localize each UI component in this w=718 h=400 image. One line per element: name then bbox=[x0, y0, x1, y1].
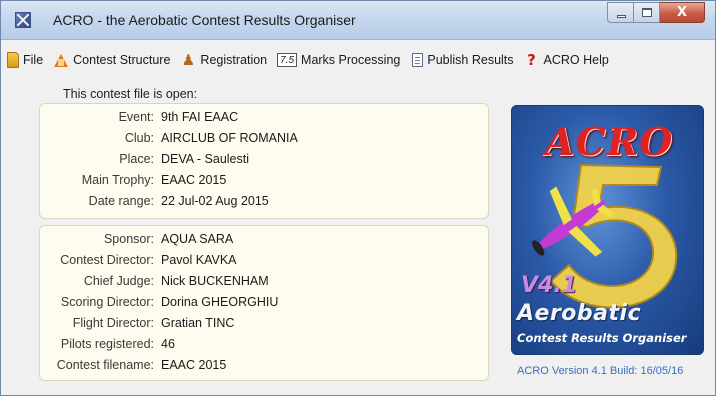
staff-info-panel: Sponsor: AQUA SARA Contest Director: Pav… bbox=[39, 225, 489, 381]
menu-acro-help[interactable]: ? ACRO Help bbox=[520, 49, 615, 71]
info-value: AIRCLUB OF ROMANIA bbox=[161, 131, 298, 145]
info-value: 22 Jul-02 Aug 2015 bbox=[161, 194, 269, 208]
info-value: EAAC 2015 bbox=[161, 173, 227, 187]
info-row-scoring-director: Scoring Director: Dorina GHEORGHIU bbox=[40, 295, 488, 315]
info-row-event: Event: 9th FAI EAAC bbox=[40, 110, 488, 130]
maximize-button[interactable] bbox=[634, 2, 660, 23]
menu-contest-structure-label: Contest Structure bbox=[73, 53, 171, 67]
version-label: ACRO Version 4.1 Build: 16/05/16 bbox=[517, 365, 684, 377]
info-label: Club: bbox=[124, 131, 154, 145]
info-row-sponsor: Sponsor: AQUA SARA bbox=[40, 232, 488, 252]
info-value: DEVA - Saulesti bbox=[161, 152, 250, 166]
close-icon: X bbox=[676, 5, 688, 20]
info-value: EAAC 2015 bbox=[161, 358, 227, 372]
info-label: Contest filename: bbox=[56, 358, 154, 372]
logo-title: ACRO bbox=[545, 119, 674, 164]
info-value: Pavol KAVKA bbox=[161, 253, 237, 267]
info-label: Scoring Director: bbox=[60, 295, 154, 309]
window-title: ACRO - the Aerobatic Contest Results Org… bbox=[53, 12, 356, 28]
info-label: Flight Director: bbox=[72, 316, 154, 330]
acro-logo: ACRO V4.1 Aerobatic Contest Results Orga… bbox=[511, 105, 704, 355]
event-info-panel: Event: 9th FAI EAAC Club: AIRCLUB OF ROM… bbox=[39, 103, 489, 219]
info-row-chief-judge: Chief Judge: Nick BUCKENHAM bbox=[40, 274, 488, 294]
open-file-label: This contest file is open: bbox=[63, 87, 198, 101]
folder-icon bbox=[7, 52, 19, 68]
info-row-contest-filename: Contest filename: EAAC 2015 bbox=[40, 358, 488, 378]
info-value: Dorina GHEORGHIU bbox=[161, 295, 279, 309]
structure-icon bbox=[53, 52, 69, 68]
info-label: Contest Director: bbox=[60, 253, 154, 267]
info-value: Gratian TINC bbox=[161, 316, 235, 330]
info-row-contest-director: Contest Director: Pavol KAVKA bbox=[40, 253, 488, 273]
menu-file[interactable]: File bbox=[1, 49, 49, 71]
info-label: Main Trophy: bbox=[81, 173, 154, 187]
help-icon: ? bbox=[527, 51, 536, 69]
menu-publish-results[interactable]: Publish Results bbox=[406, 49, 519, 71]
menu-registration-label: Registration bbox=[200, 53, 268, 67]
info-label: Place: bbox=[119, 152, 154, 166]
info-label: Pilots registered: bbox=[60, 337, 154, 351]
title-bar[interactable]: ACRO - the Aerobatic Contest Results Org… bbox=[1, 1, 715, 40]
info-row-main-trophy: Main Trophy: EAAC 2015 bbox=[40, 173, 488, 193]
menu-marks-processing-label: Marks Processing bbox=[301, 53, 401, 67]
logo-word: Aerobatic bbox=[517, 301, 642, 326]
document-icon bbox=[412, 53, 424, 67]
info-row-date-range: Date range: 22 Jul-02 Aug 2015 bbox=[40, 194, 488, 214]
info-value: AQUA SARA bbox=[161, 232, 234, 246]
menu-file-label: File bbox=[23, 53, 44, 67]
info-value: Nick BUCKENHAM bbox=[161, 274, 269, 288]
info-row-flight-director: Flight Director: Gratian TINC bbox=[40, 316, 488, 336]
info-label: Sponsor: bbox=[103, 232, 154, 246]
minimize-icon bbox=[617, 15, 626, 18]
app-window: ACRO - the Aerobatic Contest Results Org… bbox=[0, 0, 716, 396]
info-label: Chief Judge: bbox=[83, 274, 154, 288]
close-button[interactable]: X bbox=[660, 2, 705, 23]
info-row-pilots-registered: Pilots registered: 46 bbox=[40, 337, 488, 357]
logo-subtitle: Contest Results Organiser bbox=[517, 331, 687, 345]
marks-icon: 7.5 bbox=[277, 53, 298, 67]
info-label: Event: bbox=[118, 110, 154, 124]
menu-publish-results-label: Publish Results bbox=[427, 53, 514, 67]
info-row-club: Club: AIRCLUB OF ROMANIA bbox=[40, 131, 488, 151]
registration-icon: ♟ bbox=[181, 51, 196, 69]
app-icon[interactable] bbox=[15, 12, 31, 28]
info-value: 9th FAI EAAC bbox=[161, 110, 239, 124]
logo-version: V4.1 bbox=[521, 273, 577, 298]
menu-bar: File Contest Structure ♟ Registration 7.… bbox=[1, 47, 715, 73]
menu-registration[interactable]: ♟ Registration bbox=[176, 49, 273, 71]
menu-acro-help-label: ACRO Help bbox=[543, 53, 609, 67]
info-label: Date range: bbox=[88, 194, 154, 208]
menu-contest-structure[interactable]: Contest Structure bbox=[49, 49, 176, 71]
maximize-icon bbox=[642, 8, 652, 17]
menu-marks-processing[interactable]: 7.5 Marks Processing bbox=[273, 49, 406, 71]
minimize-button[interactable] bbox=[607, 2, 634, 23]
window-controls: X bbox=[607, 2, 705, 23]
info-value: 46 bbox=[161, 337, 175, 351]
info-row-place: Place: DEVA - Saulesti bbox=[40, 152, 488, 172]
